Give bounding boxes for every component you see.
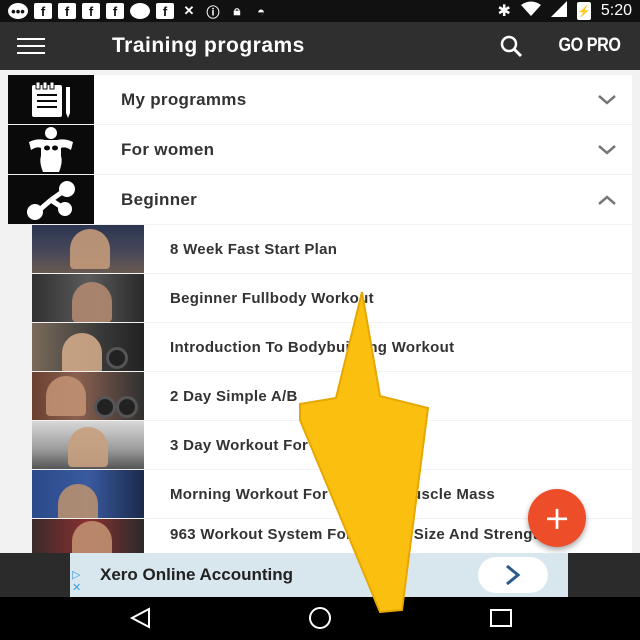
category-for-women[interactable]: For women [8, 125, 632, 174]
category-beginner[interactable]: Beginner [8, 175, 632, 224]
program-thumbnail [32, 323, 144, 371]
chevron-down-icon[interactable] [596, 93, 618, 107]
bluetooth-icon: ✱ [497, 3, 511, 20]
facebook-icon: f [106, 3, 124, 19]
facebook-icon: f [82, 3, 100, 19]
android-icon: ◓ [257, 3, 265, 19]
ad-choices-icon[interactable]: ▷ ✕ [72, 569, 81, 595]
program-thumbnail [32, 421, 144, 469]
notepad-icon [8, 75, 94, 124]
chat-icon [130, 3, 150, 19]
program-title: 8 Week Fast Start Plan [170, 240, 338, 258]
home-icon[interactable] [305, 605, 335, 631]
system-nav-bar [0, 597, 640, 640]
page-title: Training programs [112, 34, 305, 57]
program-thumbnail [32, 470, 144, 518]
go-pro-button[interactable]: GO PRO [558, 35, 620, 57]
battery-icon: ⚡ [576, 2, 591, 20]
program-title: 3 Day Workout For Beginners [170, 436, 389, 454]
program-item[interactable]: Introduction To Bodybuilding Workout [32, 323, 632, 371]
program-title: Introduction To Bodybuilding Workout [170, 338, 455, 356]
status-bar: ••• f f f f f ✕ ⓘ 🔒︎ ◓ ✱ ⚡ 5:20 [0, 0, 640, 22]
program-item[interactable]: 8 Week Fast Start Plan [32, 225, 632, 273]
signal-icon [550, 0, 567, 22]
woman-figure-icon [8, 125, 94, 174]
notification-icons: ••• f f f f f ✕ ⓘ 🔒︎ ◓ [8, 3, 270, 20]
ad-arrow-button[interactable] [478, 557, 548, 593]
program-thumbnail [32, 225, 144, 273]
program-title: 2 Day Simple A/B [170, 387, 298, 405]
info-icon: ⓘ [206, 4, 220, 20]
program-title: Morning Workout For Building Muscle Mass [170, 485, 496, 503]
ad-text: Xero Online Accounting [100, 565, 293, 584]
facebook-icon: f [58, 3, 76, 19]
ad-content[interactable]: ▷ ✕ Xero Online Accounting [70, 553, 568, 597]
program-title: Beginner Fullbody Workout [170, 289, 374, 307]
program-thumbnail [32, 372, 144, 420]
program-thumbnail [32, 519, 144, 553]
category-label: My programms [121, 89, 247, 109]
program-thumbnail [32, 274, 144, 322]
chevron-down-icon[interactable] [596, 143, 618, 157]
wifi-icon [520, 1, 541, 22]
system-status: ✱ ⚡ 5:20 [497, 0, 632, 22]
category-label: Beginner [121, 189, 198, 209]
hamburger-menu-icon[interactable] [0, 22, 62, 70]
fitness-icon: ✕ [183, 3, 195, 18]
chevron-up-icon[interactable] [596, 193, 618, 207]
program-item[interactable]: Beginner Fullbody Workout [32, 274, 632, 322]
program-item[interactable]: 2 Day Simple A/B [32, 372, 632, 420]
messages-icon: ••• [8, 3, 28, 19]
share-nodes-icon [8, 175, 94, 224]
back-icon[interactable] [126, 605, 156, 631]
category-label: For women [121, 139, 215, 159]
facebook-icon: f [34, 3, 52, 19]
app-bar: Training programs GO PRO [0, 22, 640, 70]
program-item[interactable]: 3 Day Workout For Beginners [32, 421, 632, 469]
search-icon[interactable] [491, 26, 531, 66]
lock-icon: 🔒︎ [233, 3, 241, 18]
category-my-programms[interactable]: My programms [8, 75, 632, 124]
facebook-icon: f [156, 3, 174, 19]
add-program-button[interactable]: + [528, 489, 586, 547]
clock: 5:20 [600, 2, 632, 19]
recents-icon[interactable] [486, 605, 516, 631]
ad-banner: ▷ ✕ Xero Online Accounting [0, 553, 640, 597]
